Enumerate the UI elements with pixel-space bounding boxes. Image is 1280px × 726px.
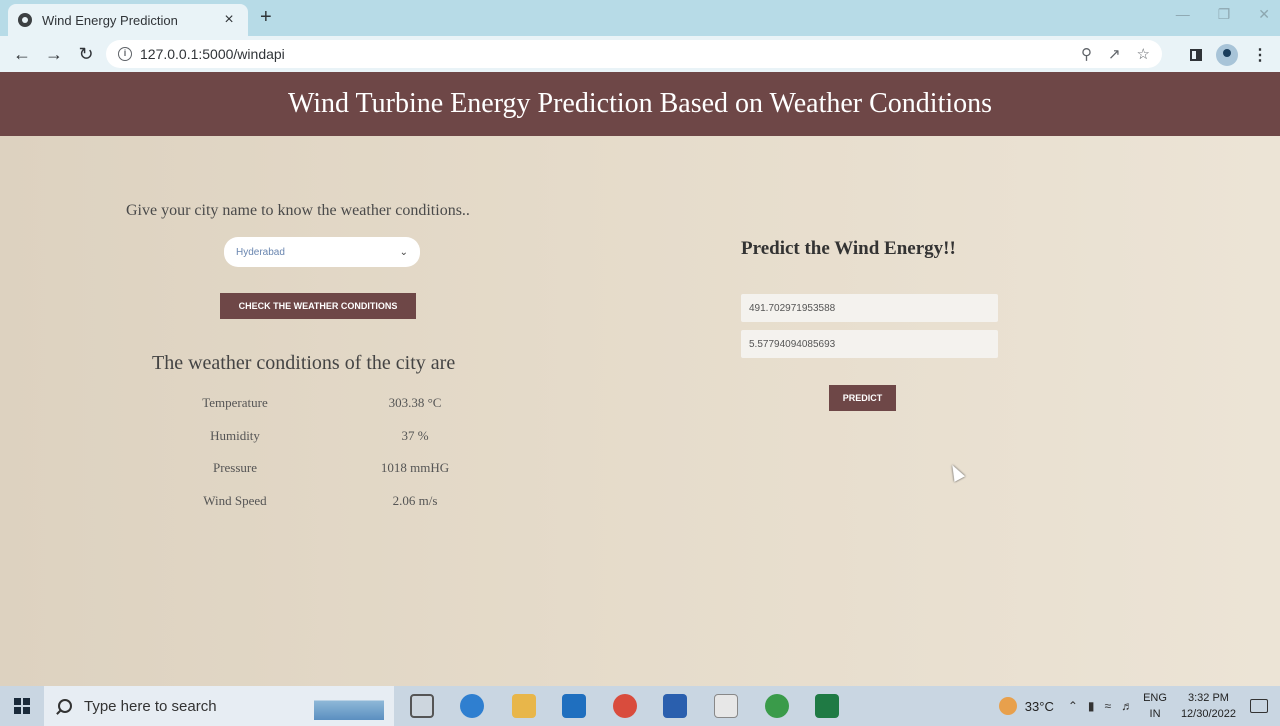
wind-speed-input[interactable]: 5.57794094085693	[741, 330, 998, 358]
zoom-icon[interactable]: ⚲	[1081, 45, 1092, 63]
forward-icon[interactable]: →	[38, 44, 70, 65]
city-select-value[interactable]: Hyderabad	[236, 247, 400, 258]
city-select[interactable]: Hyderabad ⌄	[224, 237, 420, 267]
weather-row: Humidity 37 %	[180, 428, 500, 448]
system-tray: 33°C ⌃ ▮ ≈ ♬ ENG IN 3:32 PM 12/30/2022	[998, 686, 1280, 726]
browser-tab[interactable]: Wind Energy Prediction ×	[8, 4, 248, 36]
taskbar: Type here to search 33°C ⌃ ▮ ≈ ♬ ENG IN …	[0, 686, 1280, 726]
predict-button[interactable]: PREDICT	[829, 385, 896, 411]
volume-icon[interactable]: ♬	[1121, 699, 1133, 713]
mail-icon[interactable]	[562, 694, 586, 718]
bookmark-star-icon[interactable]: ☆	[1137, 45, 1150, 63]
clock-date: 12/30/2022	[1180, 708, 1236, 720]
mouse-cursor-icon	[946, 462, 966, 482]
site-info-icon[interactable]: i	[118, 47, 132, 61]
city-prompt-text: Give your city name to know the weather …	[126, 202, 470, 219]
weather-row: Pressure 1018 mmHG	[180, 460, 500, 480]
check-weather-button[interactable]: CHECK THE WEATHER CONDITIONS	[220, 293, 416, 319]
profile-avatar-icon[interactable]	[1216, 44, 1238, 66]
reload-icon[interactable]: ↻	[70, 44, 102, 65]
clock[interactable]: 3:32 PM 12/30/2022	[1181, 690, 1236, 722]
notification-icon[interactable]	[1250, 699, 1268, 713]
weather-label: Wind Speed	[203, 493, 267, 508]
tab-close-icon[interactable]: ×	[220, 11, 238, 29]
maximize-icon[interactable]: ❐	[1218, 6, 1231, 23]
web-page: Wind Turbine Energy Prediction Based on …	[0, 72, 1280, 686]
tab-title: Wind Energy Prediction	[42, 12, 178, 28]
theoretical-power-input[interactable]: 491.702971953588	[741, 294, 998, 322]
page-title: Wind Turbine Energy Prediction Based on …	[287, 88, 993, 119]
weather-value: 303.38 °C	[388, 395, 442, 410]
weather-section-title: The weather conditions of the city are	[152, 352, 456, 374]
minimize-icon[interactable]: —	[1176, 6, 1190, 23]
weather-label: Humidity	[210, 428, 260, 443]
search-placeholder[interactable]: Type here to search	[84, 698, 217, 715]
window-controls: — ❐ ✕	[1176, 6, 1270, 23]
side-panel-icon[interactable]	[1190, 49, 1202, 61]
weather-row: Wind Speed 2.06 m/s	[180, 493, 500, 513]
menu-kebab-icon[interactable]: ⋮	[1252, 45, 1268, 65]
weather-value: 1018 mmHG	[380, 460, 450, 475]
weather-row: Temperature 303.38 °C	[180, 395, 500, 415]
new-tab-icon[interactable]: +	[260, 6, 272, 29]
start-button[interactable]	[0, 686, 44, 726]
share-icon[interactable]: ↗	[1108, 45, 1121, 63]
tray-temperature: 33°C	[1024, 698, 1054, 714]
weather-value: 37 %	[401, 428, 429, 443]
close-window-icon[interactable]: ✕	[1258, 6, 1270, 23]
weather-label: Temperature	[202, 395, 268, 410]
predict-section-title: Predict the Wind Energy!!	[741, 238, 956, 259]
excel-icon[interactable]	[815, 694, 839, 718]
chrome-icon[interactable]	[765, 694, 789, 718]
browser-tab-strip: Wind Energy Prediction × + — ❐ ✕	[0, 0, 1280, 36]
lang-code: ENG	[1143, 692, 1167, 704]
chrome-profile-icon[interactable]	[613, 694, 637, 718]
chevron-down-icon[interactable]: ⌄	[400, 247, 408, 258]
task-view-icon[interactable]	[410, 694, 434, 718]
chevron-up-icon[interactable]: ⌃	[1068, 699, 1078, 713]
address-bar[interactable]: i 127.0.0.1:5000/windapi ⚲ ↗ ☆	[106, 40, 1162, 68]
taskbar-search[interactable]: Type here to search	[44, 686, 394, 726]
clock-time: 3:32 PM	[1187, 692, 1229, 704]
snipping-tool-icon[interactable]	[714, 694, 738, 718]
language-indicator[interactable]: ENG IN	[1143, 690, 1167, 722]
search-highlight-image	[314, 692, 384, 720]
weather-widget[interactable]: 33°C	[998, 697, 1054, 715]
globe-icon	[18, 13, 32, 27]
weather-label: Pressure	[212, 460, 258, 475]
wifi-icon[interactable]: ≈	[1105, 699, 1112, 713]
weather-sun-icon	[998, 697, 1017, 715]
weather-value: 2.06 m/s	[392, 493, 438, 508]
file-explorer-icon[interactable]	[512, 694, 536, 718]
search-icon	[58, 699, 72, 713]
browser-toolbar: ← → ↻ i 127.0.0.1:5000/windapi ⚲ ↗ ☆ ⋮	[0, 36, 1280, 72]
lang-region: IN	[1149, 708, 1161, 720]
page-header: Wind Turbine Energy Prediction Based on …	[0, 72, 1280, 136]
edge-icon[interactable]	[460, 694, 484, 718]
windows-logo-icon	[14, 698, 30, 714]
url-text[interactable]: 127.0.0.1:5000/windapi	[140, 46, 285, 62]
battery-icon[interactable]: ▮	[1088, 699, 1095, 713]
back-icon[interactable]: ←	[6, 44, 38, 65]
word-icon[interactable]	[663, 694, 687, 718]
